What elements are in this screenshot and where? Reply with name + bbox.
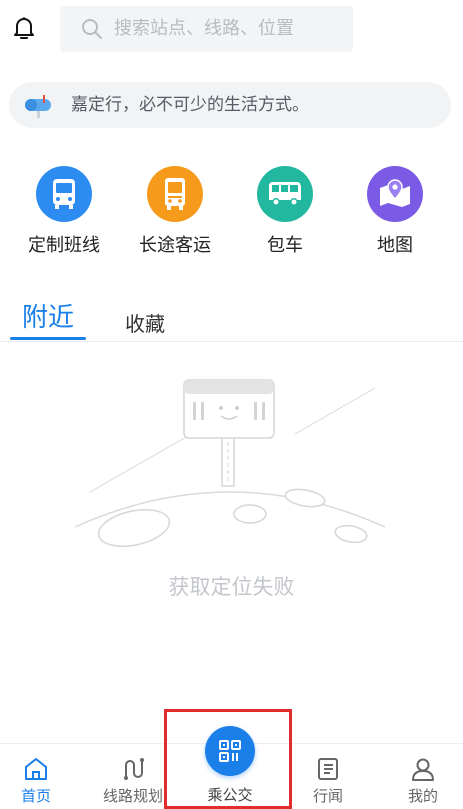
tab-favorites[interactable]: 收藏 [112,304,178,348]
bus-icon [36,166,92,222]
service-label: 定制班线 [28,235,100,256]
home-icon [25,758,47,780]
coach-icon [147,166,203,222]
route-icon [124,758,144,780]
minibus-icon [257,166,313,222]
user-icon [412,758,434,781]
map-pin-icon [367,166,423,222]
nav-news[interactable]: 行闻 [282,744,374,809]
nav-home[interactable]: 首页 [0,744,82,809]
highlight-box [164,709,292,809]
tab-label: 收藏 [125,312,165,336]
service-label: 包车 [267,235,303,256]
tab-bar: 附近 收藏 [0,298,463,342]
tab-nearby[interactable]: 附近 [10,298,86,342]
tab-active-indicator [10,337,86,340]
empty-state-text: 获取定位失败 [168,575,295,599]
nav-label: 我的 [407,787,438,805]
service-label: 地图 [377,235,413,256]
nav-label: 行闻 [312,787,343,805]
service-charter[interactable]: 包车 [230,166,340,266]
service-map[interactable]: 地图 [340,166,450,266]
news-icon [318,758,338,780]
top-bar: 搜索站点、线路、位置 [0,0,463,58]
tab-label: 附近 [21,303,74,333]
bell-icon[interactable] [10,14,38,42]
service-label: 长途客运 [139,235,211,256]
search-input[interactable]: 搜索站点、线路、位置 [60,6,353,52]
notice-banner[interactable]: 嘉定行，必不可少的生活方式。 [9,82,451,128]
service-long-distance[interactable]: 长途客运 [120,166,230,266]
nav-label: 首页 [20,787,51,805]
search-icon [82,19,102,39]
service-custom-line[interactable]: 定制班线 [9,166,119,266]
notice-text: 嘉定行，必不可少的生活方式。 [71,95,309,115]
mailbox-icon [25,95,51,118]
search-placeholder: 搜索站点、线路、位置 [114,18,294,39]
nav-profile[interactable]: 我的 [377,744,463,809]
bus-stop-moon-illustration [74,379,386,547]
